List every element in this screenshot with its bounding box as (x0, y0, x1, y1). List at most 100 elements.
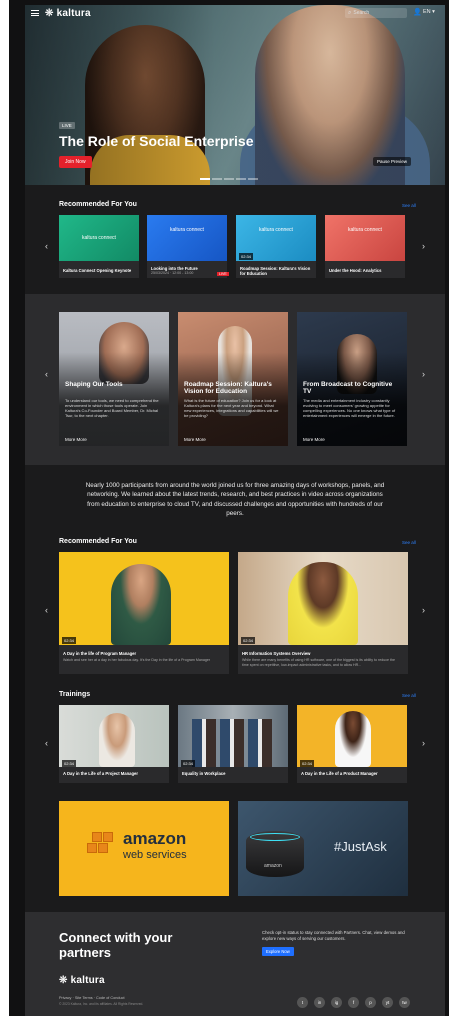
twitter-icon[interactable]: t (297, 997, 308, 1008)
recommended-next-arrow[interactable]: › (422, 241, 425, 251)
card-logo: kaltura connect (348, 227, 382, 233)
top-nav: ❊ kaltura ⌕ Search 👤 EN ▾ (25, 5, 445, 21)
aws-banner[interactable]: amazon web services (59, 801, 229, 896)
card-subtitle: While there are many benefits of using H… (242, 658, 396, 667)
footer-logo[interactable]: ❊ kaltura (59, 975, 105, 986)
footer: Connect with your partners Check opt-in … (25, 912, 445, 1016)
trainings-see-all-link[interactable]: See all (402, 693, 416, 698)
video-card[interactable]: kaltura connect Kaltura Connect Opening … (59, 215, 139, 278)
echo-banner[interactable]: amazon #JustAsk (238, 801, 408, 896)
aws-brand-text: amazon (123, 829, 187, 848)
featured-card-desc: The media and entertainment industry con… (303, 398, 396, 418)
instagram-icon[interactable]: ig (331, 997, 342, 1008)
card-logo: kaltura connect (170, 227, 204, 233)
video-card[interactable]: kaltura connect Looking into the Future … (147, 215, 229, 278)
pinterest-icon[interactable]: p (365, 997, 376, 1008)
facebook-icon[interactable]: f (348, 997, 359, 1008)
card-duration: 02:34 (62, 637, 77, 644)
more-link[interactable]: More More (65, 437, 87, 442)
card-shade (59, 312, 169, 446)
card-duration: 02:34 (62, 760, 77, 767)
trainings-title: Trainings (59, 691, 91, 698)
featured-prev-arrow[interactable]: ‹ (45, 369, 48, 379)
youtube-icon[interactable]: yt (382, 997, 393, 1008)
footer-links[interactable]: Privacy · Site Terms · Code of Conduct (59, 996, 125, 1000)
footer-copyright: © 2023 Kaltura, Inc. and its affiliates.… (59, 1002, 144, 1006)
twitch-icon[interactable]: tw (399, 997, 410, 1008)
user-icon[interactable]: 👤 (413, 8, 422, 16)
video-card[interactable]: 02:34 A Day in the life of Program Manag… (59, 552, 229, 674)
featured-card[interactable]: Roadmap Session: Kaltura's Vision for Ed… (178, 312, 288, 446)
carousel-dot[interactable] (236, 178, 246, 180)
video-card[interactable]: 02:34 HR Information Systems Overview Wh… (238, 552, 408, 674)
trainings-prev-arrow[interactable]: ‹ (45, 738, 48, 748)
header-logo-text: kaltura (56, 7, 91, 19)
card-title: A Day in the Life of a Product Manager (301, 771, 378, 776)
card-title: A Day in the life of Program Manager (63, 651, 137, 656)
featured-card[interactable]: Shaping Our Tools To understand our tool… (59, 312, 169, 446)
training-card[interactable]: 02:34 Equality in Workplace (178, 705, 288, 783)
recommended-2-prev-arrow[interactable]: ‹ (45, 605, 48, 615)
hero-carousel-dots[interactable] (200, 178, 258, 180)
presenter-photo (99, 713, 135, 767)
card-subtitle: 25/03/2024 · 12:00 - 13:00 (151, 271, 194, 275)
language-label: EN (423, 9, 431, 15)
footer-logo-text: kaltura (70, 975, 105, 986)
card-logo: kaltura connect (82, 235, 116, 241)
social-links: t in ig f p yt tw (297, 997, 410, 1008)
featured-card-desc: What is the future of education? Join us… (184, 398, 279, 418)
pause-preview-button[interactable]: Pause Preview (373, 157, 412, 166)
training-card[interactable]: 02:34 A Day in the Life of a Product Man… (297, 705, 407, 783)
training-card[interactable]: 02:34 A Day in the Life of a Project Man… (59, 705, 169, 783)
hero-banner: ❊ kaltura ⌕ Search 👤 EN ▾ LIVE The Role … (25, 5, 445, 185)
join-now-button[interactable]: Join Now (59, 156, 92, 168)
recommended-title-2: Recommended For You (59, 538, 137, 545)
menu-icon[interactable] (31, 10, 39, 16)
kaltura-logo-icon: ❊ (59, 975, 68, 986)
card-duration: 02:34 (300, 760, 315, 767)
video-card[interactable]: kaltura connect 02:34 Roadmap Session: K… (236, 215, 316, 278)
hero-title: The Role of Social Enterprise (59, 133, 254, 149)
search-placeholder: Search (353, 10, 370, 16)
recommended-2-see-all-link[interactable]: See all (402, 540, 416, 545)
card-title: Under the Hood: Analytics (329, 268, 382, 273)
aws-sub-text: web services (123, 849, 187, 861)
explore-now-button[interactable]: Explore Now (262, 947, 294, 956)
presenter-photo (335, 711, 371, 767)
trainings-next-arrow[interactable]: › (422, 738, 425, 748)
linkedin-icon[interactable]: in (314, 997, 325, 1008)
featured-card[interactable]: From Broadcast to Cognitive TV The media… (297, 312, 407, 446)
recommended-2-next-arrow[interactable]: › (422, 605, 425, 615)
echo-brand-text: amazon (264, 863, 282, 869)
featured-next-arrow[interactable]: › (422, 369, 425, 379)
event-intro-text: Nearly 1000 participants from around the… (85, 482, 385, 517)
video-card[interactable]: kaltura connect Under the Hood: Analytic… (325, 215, 405, 278)
kaltura-logo-icon: ❊ (45, 7, 54, 19)
carousel-dot[interactable] (248, 178, 258, 180)
header-logo[interactable]: ❊ kaltura (45, 8, 91, 19)
search-icon: ⌕ (348, 9, 352, 16)
carousel-dot[interactable] (212, 178, 222, 180)
card-shade (297, 312, 407, 446)
event-page: ❊ kaltura ⌕ Search 👤 EN ▾ LIVE The Role … (25, 5, 445, 1016)
echo-device-image (246, 831, 304, 877)
footer-headline: Connect with your partners (59, 930, 173, 960)
card-title: Equality in Workplace (182, 771, 226, 776)
card-shade (178, 312, 288, 446)
card-subtitle: Watch and see her at a day in her fabulo… (63, 658, 211, 662)
card-title: A Day in the Life of a Project Manager (63, 771, 139, 776)
featured-card-desc: To understand our tools, we need to comp… (65, 398, 159, 418)
carousel-dot[interactable] (200, 178, 210, 180)
recommended-prev-arrow[interactable]: ‹ (45, 241, 48, 251)
recommended-title: Recommended For You (59, 201, 137, 208)
group-photo (192, 719, 272, 767)
language-selector[interactable]: EN ▾ (423, 9, 435, 15)
recommended-see-all-link[interactable]: See all (402, 203, 416, 208)
more-link[interactable]: More More (184, 437, 206, 442)
presenter-photo (288, 562, 358, 645)
card-duration: 02:34 (239, 253, 254, 260)
carousel-dot[interactable] (224, 178, 234, 180)
search-input[interactable]: ⌕ Search (345, 8, 407, 18)
more-link[interactable]: More More (303, 437, 325, 442)
card-title: HR Information Systems Overview (242, 651, 311, 656)
